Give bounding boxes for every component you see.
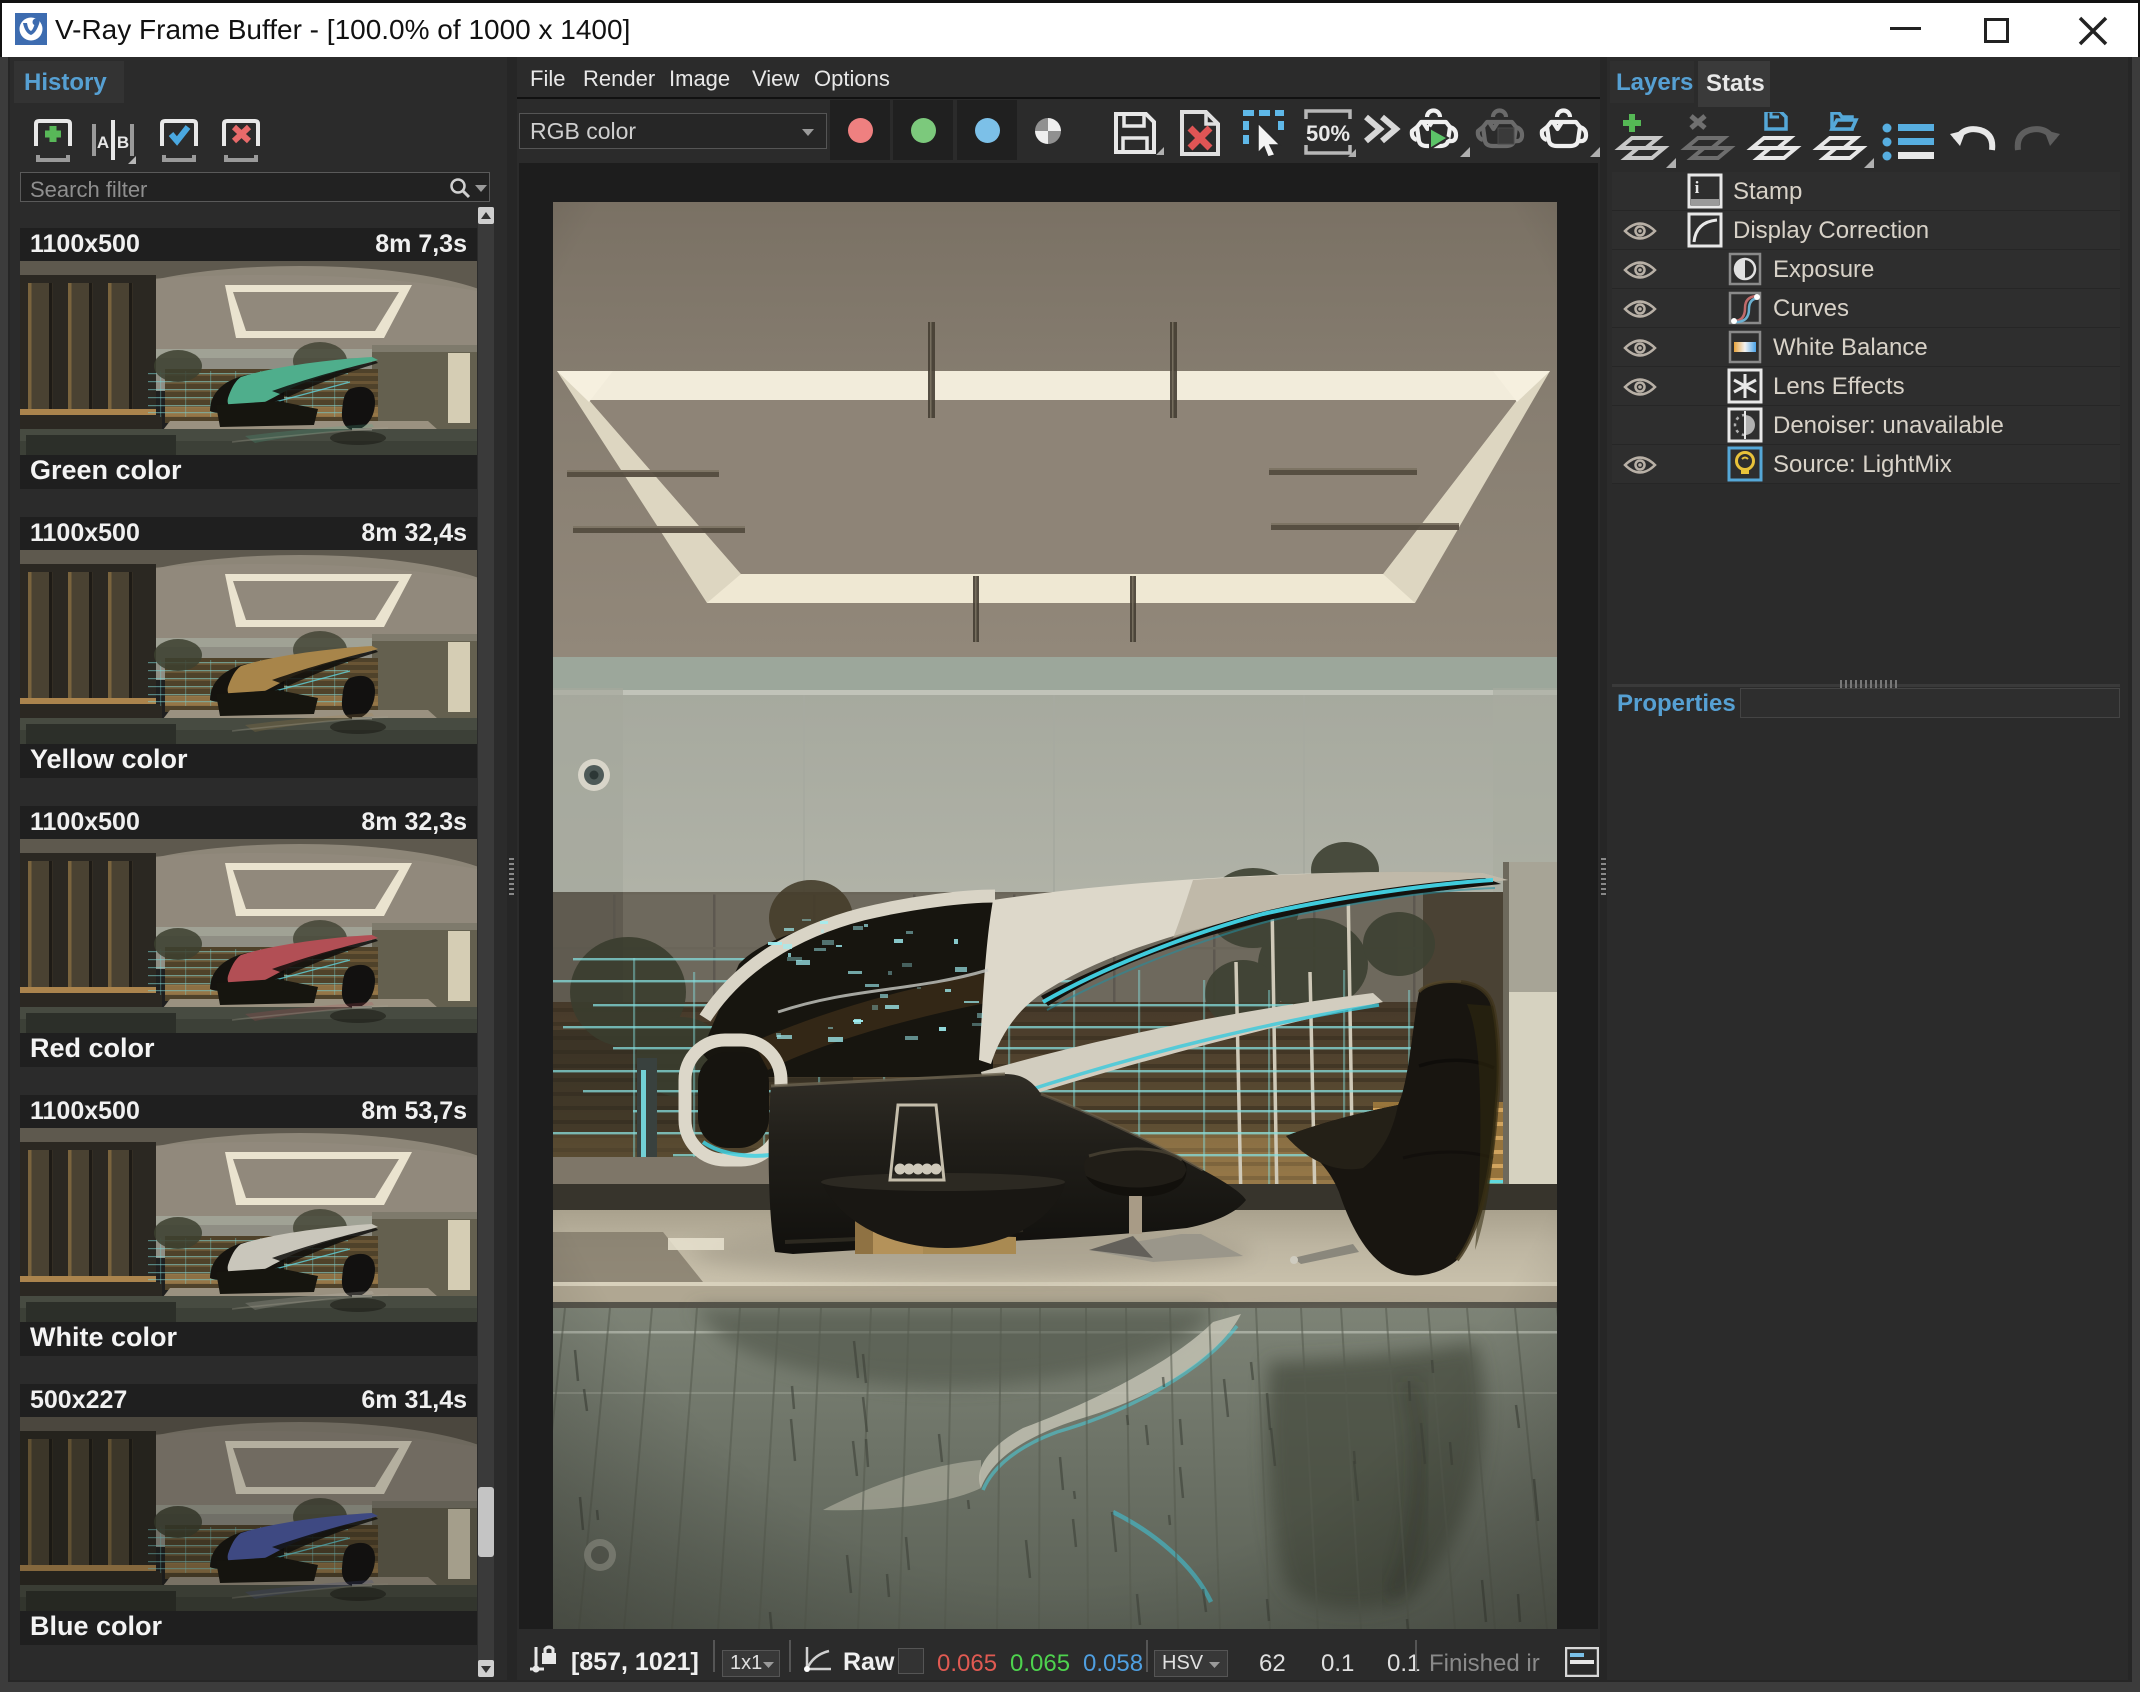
svg-text:A: A: [97, 133, 109, 152]
svg-text:B: B: [117, 133, 129, 152]
svg-text:50%: 50%: [1306, 121, 1350, 146]
svg-text:i: i: [1695, 178, 1700, 197]
